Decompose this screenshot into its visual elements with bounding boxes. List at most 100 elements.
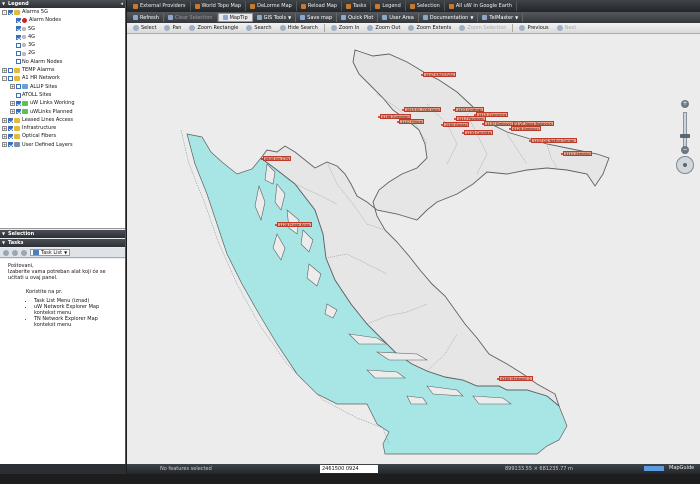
legend-item[interactable]: + Leased Lines Access	[0, 116, 125, 124]
layer-checkbox[interactable]	[8, 142, 13, 148]
site-label[interactable]: 1137 DS Našice Centar	[529, 138, 577, 143]
map-canvas[interactable]	[127, 34, 700, 464]
command-button[interactable]: Quick Plot	[337, 13, 379, 22]
toolbar-button[interactable]: Selection	[406, 1, 445, 11]
site-label[interactable]: 1133 Caraljka	[462, 130, 493, 135]
pan-control-icon[interactable]	[676, 156, 694, 174]
legend-collapse-icon[interactable]: ◂	[120, 0, 123, 8]
tool-button[interactable]: Pan	[160, 24, 185, 33]
legend-item[interactable]: ATOLL Sites	[0, 91, 125, 99]
tool-button[interactable]: Next	[553, 24, 581, 33]
layer-checkbox[interactable]	[8, 67, 13, 73]
toolbar-button[interactable]: Tasks	[342, 1, 372, 11]
coordinate-input[interactable]: 2461500 0924	[320, 465, 378, 473]
selection-header[interactable]: Selection	[0, 230, 125, 238]
map-view[interactable]: 1447 KRATOVAC 1619 BI_CON Salaj 1423 Grd…	[127, 34, 700, 464]
tool-button[interactable]: Zoom Selection	[455, 24, 510, 33]
site-label[interactable]: 0128 Brekovci	[509, 126, 541, 131]
layer-checkbox[interactable]	[8, 117, 13, 123]
legend-item[interactable]: + ALLIP Sites	[0, 83, 125, 91]
tool-button[interactable]: Zoom Rectangle	[185, 24, 242, 33]
layer-checkbox[interactable]	[16, 84, 21, 90]
zoom-slider-thumb[interactable]	[680, 134, 690, 138]
layer-checkbox[interactable]	[16, 100, 21, 106]
toolbar-button[interactable]: Reload Map	[297, 1, 342, 11]
layer-checkbox[interactable]	[8, 134, 13, 140]
layer-checkbox[interactable]	[8, 76, 13, 82]
layer-checkbox[interactable]	[16, 26, 21, 32]
tool-button[interactable]: Zoom In	[327, 24, 364, 33]
legend-item[interactable]: + Infrastructure	[0, 124, 125, 132]
expand-icon[interactable]: +	[2, 117, 7, 123]
legend-item[interactable]: Alarm Nodes	[0, 16, 125, 24]
site-label[interactable]: 1127 Plitice	[396, 119, 425, 124]
tasks-header[interactable]: Tasks	[0, 239, 125, 247]
legend-item[interactable]: - Alarms 5G	[0, 8, 125, 16]
zoom-in-icon[interactable]: +	[681, 100, 689, 108]
legend-item[interactable]: + TEMP Alarms	[0, 66, 125, 74]
expand-icon[interactable]: +	[2, 134, 7, 140]
layer-checkbox[interactable]	[8, 9, 13, 15]
forward-icon[interactable]	[12, 249, 18, 256]
layer-checkbox[interactable]	[16, 59, 21, 65]
command-button[interactable]: Documentation ▼	[419, 13, 479, 22]
expand-icon[interactable]: +	[10, 100, 15, 106]
site-label[interactable]: 1619 BI_CON Salaj	[401, 107, 442, 112]
toolbar-button[interactable]: All uW in Google Earth	[445, 1, 518, 11]
home-icon[interactable]	[21, 249, 27, 256]
command-button[interactable]: GIS Tools ▼	[253, 13, 297, 22]
legend-item[interactable]: 2G	[0, 49, 125, 57]
toolbar-button[interactable]: World Topo Map	[191, 1, 247, 11]
tool-button[interactable]: Hide Search	[276, 24, 322, 33]
legend-item[interactable]: 4G	[0, 33, 125, 41]
tool-button[interactable]: Zoom Extents	[404, 24, 455, 33]
tool-button[interactable]: Select	[129, 24, 160, 33]
command-button[interactable]: MapTip	[217, 13, 253, 22]
command-button[interactable]: Refresh	[129, 13, 164, 22]
legend-item[interactable]: + Optical Fibers	[0, 132, 125, 140]
site-label[interactable]: 4369 Metković 2	[497, 376, 533, 381]
toolbar-button[interactable]: DeLorme Map	[246, 1, 297, 11]
tool-button[interactable]: Search	[242, 24, 275, 33]
legend-item[interactable]: + uWLinks Planned	[0, 108, 125, 116]
site-label[interactable]: 1417 Pavlovec	[453, 116, 487, 121]
site-label[interactable]: 1128 Punta Kriza	[275, 222, 312, 227]
expand-icon[interactable]: +	[2, 125, 7, 131]
legend-item[interactable]: 5G	[0, 25, 125, 33]
expand-icon[interactable]: +	[2, 67, 7, 73]
expand-icon[interactable]: +	[10, 84, 15, 90]
layer-checkbox[interactable]	[16, 42, 21, 48]
tool-button[interactable]: Zoom Out	[363, 24, 404, 33]
layer-checkbox[interactable]	[16, 17, 21, 23]
legend-item[interactable]: - A1 HR Network	[0, 74, 125, 82]
legend-item[interactable]: No Alarm Nodes	[0, 58, 125, 66]
collapse-icon[interactable]: -	[2, 9, 7, 15]
toolbar-button[interactable]: Legend	[371, 1, 406, 11]
layer-checkbox[interactable]	[8, 125, 13, 131]
back-icon[interactable]	[3, 249, 9, 256]
legend-item[interactable]: + uW Links Working	[0, 99, 125, 107]
site-label[interactable]: 1580 Bastaji	[440, 122, 470, 127]
site-label[interactable]: 0640 Ika CTN	[260, 156, 292, 161]
layer-checkbox[interactable]	[16, 92, 21, 98]
command-button[interactable]: User Area	[378, 13, 419, 22]
layer-checkbox[interactable]	[16, 34, 21, 40]
legend-item[interactable]: + User Defined Layers	[0, 141, 125, 149]
layer-checkbox[interactable]	[16, 51, 21, 57]
expand-icon[interactable]: +	[10, 109, 15, 115]
site-label[interactable]: 3111 Semeljci	[560, 151, 593, 156]
command-button[interactable]: TelMaster ▼	[478, 13, 524, 22]
task-list-select[interactable]: Task List ▼	[30, 249, 71, 256]
tool-button[interactable]: Previous	[515, 24, 552, 33]
site-label[interactable]: 1447 KRATOVAC	[420, 72, 457, 77]
legend-header[interactable]: Legend ◂	[0, 0, 125, 8]
site-label[interactable]: 1137 Brekovci	[482, 121, 514, 126]
zoom-out-icon[interactable]: −	[681, 146, 689, 154]
layer-checkbox[interactable]	[16, 109, 21, 115]
legend-item[interactable]: 3G	[0, 41, 125, 49]
toolbar-button[interactable]: External Providers	[129, 1, 191, 11]
command-button[interactable]: Clear Selection	[164, 13, 218, 22]
expand-icon[interactable]: +	[2, 142, 7, 148]
collapse-icon[interactable]: -	[2, 76, 7, 82]
command-button[interactable]: Save map	[296, 13, 338, 22]
